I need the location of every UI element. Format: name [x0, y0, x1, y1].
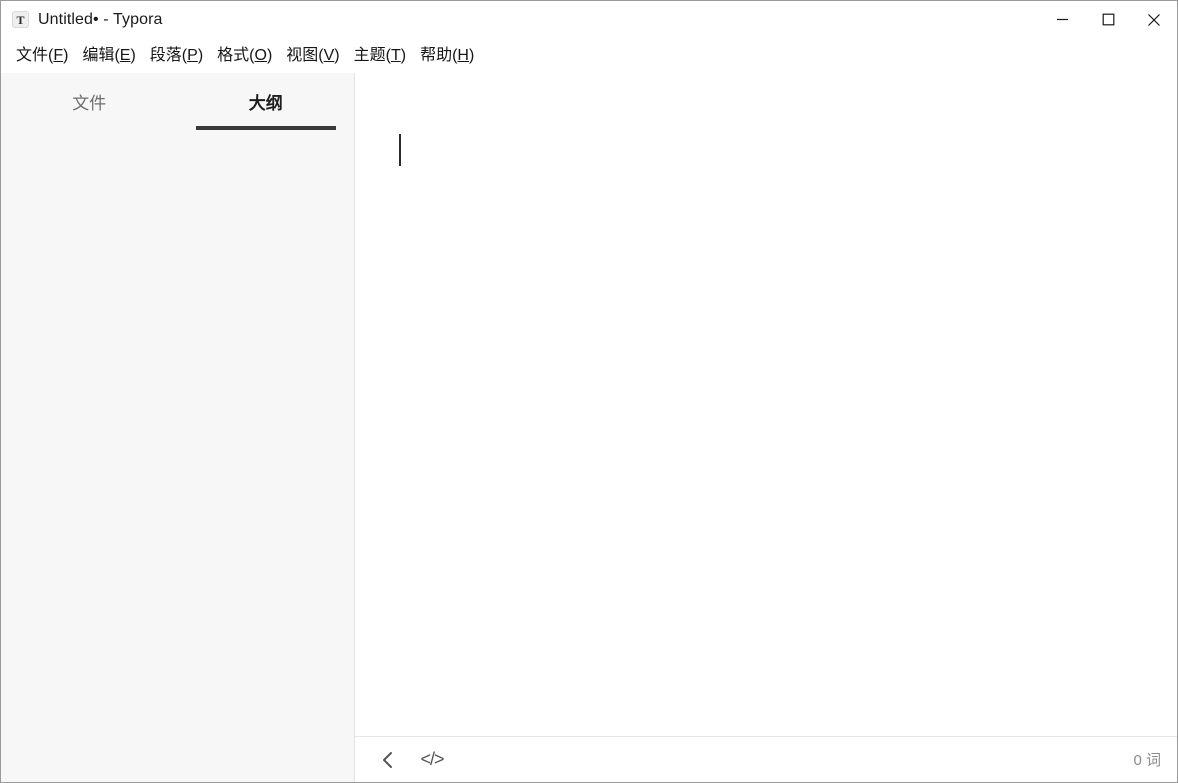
minimize-button[interactable] — [1039, 1, 1085, 38]
sidebar-tab-files-label: 文件 — [72, 94, 107, 113]
typora-logo-icon: T — [12, 11, 29, 28]
typora-window: T Untitled• - Typora 文件(F) 编辑(E) 段落(P) 格… — [0, 0, 1178, 783]
body-area: 文件 大纲 </> 0 词 — [1, 73, 1177, 782]
close-button[interactable] — [1131, 1, 1177, 38]
title-bar: T Untitled• - Typora — [1, 1, 1177, 38]
maximize-button[interactable] — [1085, 1, 1131, 38]
editor-surface[interactable] — [355, 73, 1177, 736]
status-bar: </> 0 词 — [355, 736, 1177, 782]
menu-item-help[interactable]: 帮助(H) — [413, 45, 481, 67]
menu-bar: 文件(F) 编辑(E) 段落(P) 格式(O) 视图(V) 主题(T) 帮助(H… — [1, 38, 1177, 73]
menu-item-paragraph[interactable]: 段落(P) — [143, 45, 210, 67]
sidebar-tab-outline-label: 大纲 — [248, 94, 283, 113]
editor-pane: </> 0 词 — [355, 73, 1177, 782]
close-icon — [1148, 13, 1160, 26]
menu-item-view[interactable]: 视图(V) — [279, 45, 346, 67]
menu-item-edit[interactable]: 编辑(E) — [75, 45, 142, 67]
active-tab-indicator — [195, 126, 336, 130]
menu-item-theme[interactable]: 主题(T) — [347, 45, 413, 67]
sidebar-tab-files[interactable]: 文件 — [1, 95, 178, 130]
chevron-left-icon — [383, 751, 392, 768]
menu-item-file[interactable]: 文件(F) — [9, 45, 75, 67]
window-title: Untitled• - Typora — [38, 10, 163, 28]
sidebar-tab-bar: 文件 大纲 — [1, 73, 354, 130]
sidebar-tab-outline[interactable]: 大纲 — [178, 95, 355, 130]
sidebar: 文件 大纲 — [1, 73, 355, 782]
minimize-icon — [1056, 18, 1068, 21]
maximize-icon — [1102, 13, 1114, 26]
window-controls — [1039, 1, 1177, 38]
app-logo-letter: T — [16, 12, 25, 27]
sidebar-toggle-button[interactable] — [373, 745, 403, 775]
text-caret — [399, 134, 401, 166]
source-code-icon: </> — [420, 749, 444, 769]
source-code-mode-button[interactable]: </> — [417, 745, 447, 775]
menu-item-format[interactable]: 格式(O) — [210, 45, 279, 67]
word-count-label: 0 词 — [1133, 752, 1161, 769]
